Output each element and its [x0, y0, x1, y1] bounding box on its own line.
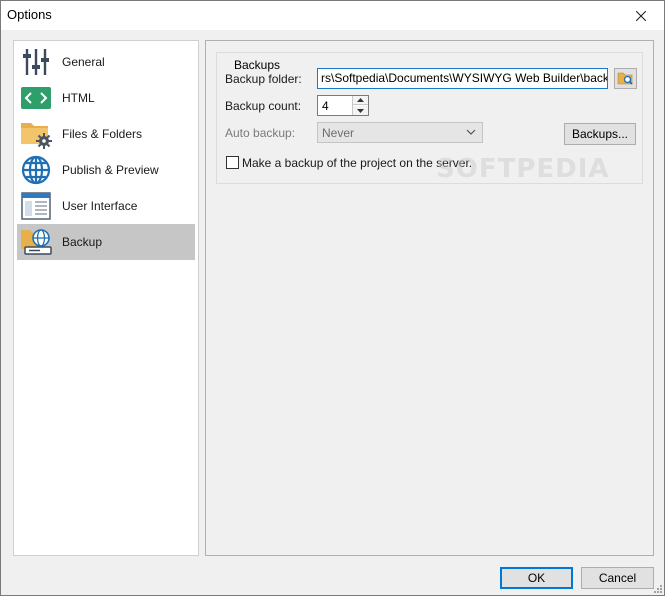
server-backup-label: Make a backup of the project on the serv… — [242, 156, 473, 170]
group-title: Backups — [231, 58, 284, 72]
sidebar-item-label: General — [62, 55, 105, 69]
title-bar: Options — [1, 1, 664, 30]
backup-count-label: Backup count: — [225, 99, 302, 113]
spin-arrows — [352, 96, 368, 115]
sidebar-item-files-folders[interactable]: Files & Folders — [17, 116, 195, 152]
window-title: Options — [7, 7, 52, 22]
ok-button[interactable]: OK — [500, 567, 573, 589]
sidebar-item-user-interface[interactable]: User Interface — [17, 188, 195, 224]
arrow-up-icon — [357, 98, 364, 102]
browse-folder-button[interactable] — [614, 68, 637, 89]
backup-globe-icon — [20, 226, 52, 258]
cancel-button[interactable]: Cancel — [581, 567, 654, 589]
resize-grip-icon[interactable] — [652, 583, 662, 593]
backup-count-stepper[interactable]: 4 — [317, 95, 369, 116]
sidebar-item-backup[interactable]: Backup — [17, 224, 195, 260]
options-dialog: Options General HTML Files & Folders Pub… — [0, 0, 665, 596]
auto-backup-dropdown[interactable]: Never — [317, 122, 483, 143]
close-icon — [636, 10, 646, 21]
folder-gear-icon — [20, 118, 52, 150]
backup-count-value: 4 — [322, 99, 329, 113]
increment-button[interactable] — [353, 96, 368, 105]
options-sidebar: General HTML Files & Folders Publish & P… — [13, 40, 199, 556]
sidebar-item-label: Publish & Preview — [62, 163, 159, 177]
globe-icon — [20, 154, 52, 186]
folder-search-icon — [617, 72, 633, 85]
sliders-icon — [20, 46, 52, 78]
backups-group: Backups Backup folder: rs\Softpedia\Docu… — [216, 52, 643, 184]
sidebar-item-label: Backup — [62, 235, 103, 249]
sidebar-item-label: Files & Folders — [62, 127, 143, 141]
backups-button[interactable]: Backups... — [564, 123, 636, 145]
sidebar-item-label: User Interface — [62, 199, 138, 213]
close-button[interactable] — [618, 1, 664, 30]
sidebar-item-html[interactable]: HTML — [17, 80, 195, 116]
backup-settings-panel: Backups Backup folder: rs\Softpedia\Docu… — [205, 40, 654, 556]
auto-backup-label: Auto backup: — [225, 126, 296, 140]
auto-backup-value: Never — [322, 126, 355, 140]
window-layout-icon — [20, 190, 52, 222]
server-backup-checkbox[interactable] — [226, 156, 239, 169]
decrement-button[interactable] — [353, 106, 368, 115]
backup-folder-field[interactable]: rs\Softpedia\Documents\WYSIWYG Web Build… — [317, 68, 608, 89]
backup-folder-label: Backup folder: — [225, 72, 302, 86]
sidebar-item-general[interactable]: General — [17, 44, 195, 80]
html-code-icon — [20, 82, 52, 114]
sidebar-item-label: HTML — [62, 91, 95, 105]
sidebar-item-publish-preview[interactable]: Publish & Preview — [17, 152, 195, 188]
arrow-down-icon — [357, 108, 364, 113]
chevron-down-icon — [466, 129, 476, 135]
